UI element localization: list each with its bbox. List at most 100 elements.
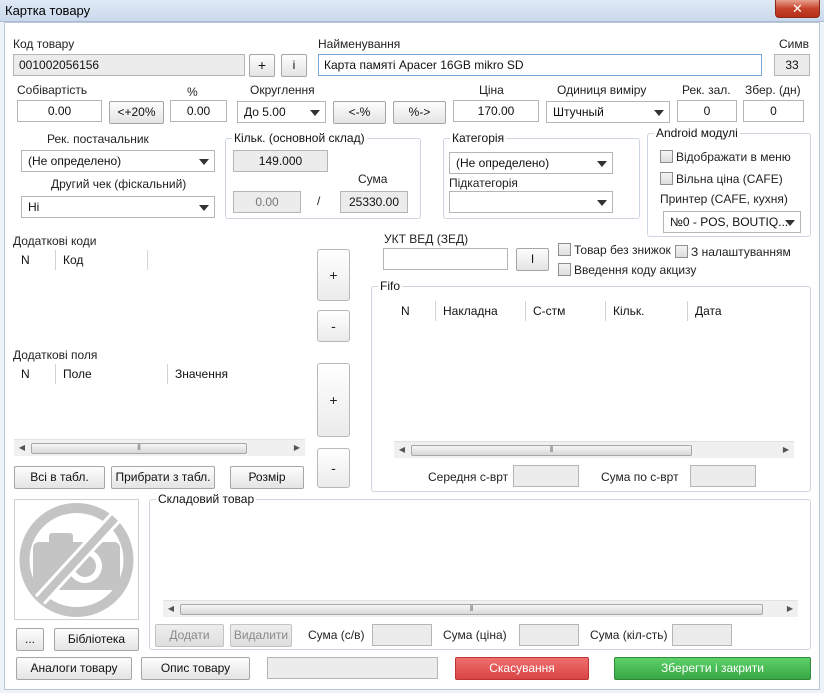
extra-fields-label: Додаткові поля [13, 348, 98, 362]
analogs-button[interactable]: Аналоги товару [16, 657, 132, 680]
uktzed-lookup-button[interactable]: I [516, 248, 549, 271]
column-header[interactable]: Значення [168, 364, 305, 384]
cost-field[interactable]: 0.00 [17, 100, 102, 122]
scroll-thumb[interactable]: ⦀ [180, 604, 763, 615]
remove-code-button[interactable]: - [317, 310, 350, 342]
price-field[interactable]: 170.00 [453, 100, 539, 122]
plus-20-percent-button[interactable]: <+20% [109, 101, 164, 124]
grip-icon: ⦀ [137, 443, 141, 452]
printer-label: Принтер (CAFE, кухня) [660, 192, 788, 206]
image-more-button[interactable]: ... [16, 628, 44, 651]
code-field[interactable]: 001002056156 [13, 54, 245, 76]
no-discount-label: Товар без знижок [574, 243, 671, 257]
column-header[interactable]: N [394, 301, 436, 321]
code-info-button[interactable]: i [281, 54, 307, 77]
save-close-button[interactable]: Зберегти і закрити [614, 657, 811, 680]
sum-price-field [519, 624, 579, 646]
unit-select[interactable]: Штучный [546, 101, 670, 123]
fifo-sum-label: Сума по с-врт [601, 470, 679, 484]
supplier-select[interactable]: (Не определено) [21, 150, 215, 172]
column-header[interactable]: N [14, 364, 56, 384]
remove-field-button[interactable]: - [317, 448, 350, 488]
free-price-checkbox[interactable] [660, 172, 673, 185]
scroll-left-icon[interactable]: ◀ [14, 440, 30, 456]
extra-fields-scrollbar[interactable]: ◀ ⦀ ▶ [14, 439, 305, 456]
scroll-thumb[interactable]: ⦀ [411, 445, 692, 456]
stored-days-label: Збер. (дн) [745, 83, 801, 97]
code-add-button[interactable]: + [249, 54, 275, 77]
column-header[interactable]: Код [56, 250, 148, 270]
add-warehouse-button[interactable]: Додати [155, 624, 224, 647]
name-field[interactable]: Карта памяті Apacer 16GB mikro SD [318, 54, 762, 76]
sum-cv-field [372, 624, 432, 646]
quantity-group-title: Кільк. (основной склад) [232, 131, 367, 145]
rounding-select[interactable]: До 5.00 [237, 101, 326, 123]
description-button[interactable]: Опис товару [141, 657, 250, 680]
with-settings-label: З налаштуванням [691, 245, 791, 259]
chevron-down-icon [597, 161, 607, 167]
extra-fields-table[interactable]: N Поле Значення ◀ ⦀ ▶ [14, 364, 305, 456]
show-in-menu-label: Відображати в меню [676, 150, 791, 164]
sum-price-label: Сума (ціна) [443, 628, 507, 642]
window-title: Картка товару [5, 3, 91, 18]
grip-icon: ⦀ [469, 604, 474, 613]
excise-checkbox[interactable] [558, 263, 571, 276]
extra-codes-label: Додаткові коди [13, 234, 97, 248]
column-header[interactable]: Кільк. [606, 301, 688, 321]
category-group-title: Категорія [450, 131, 507, 145]
uktzed-field[interactable] [383, 248, 508, 270]
scroll-right-icon[interactable]: ▶ [782, 601, 798, 617]
column-header[interactable]: Накладна [436, 301, 526, 321]
printer-select[interactable]: №0 - POS, BOUTIQ... [663, 211, 801, 233]
subcategory-label: Підкатегорія [449, 176, 518, 190]
symbols-count: 33 [774, 54, 810, 76]
extra-codes-table[interactable]: N Код [14, 250, 305, 345]
column-header[interactable]: Дата [688, 301, 794, 321]
category-value: (Не определено) [456, 156, 550, 170]
scroll-thumb[interactable]: ⦀ [31, 443, 247, 454]
all-to-table-button[interactable]: Всі в табл. [14, 466, 105, 489]
other-check-select[interactable]: Ні [21, 196, 215, 218]
rec-rest-field[interactable]: 0 [677, 100, 737, 122]
column-header[interactable]: Поле [56, 364, 168, 384]
fifo-table[interactable]: N Накладна С-стм Кільк. Дата ◀ ⦀ ▶ [394, 301, 794, 458]
add-field-button[interactable]: + [317, 363, 350, 437]
minus-percent-button[interactable]: <-% [333, 101, 386, 124]
supplier-label: Рек. постачальник [47, 132, 149, 146]
close-button[interactable]: ✕ [775, 0, 820, 18]
column-header[interactable]: N [14, 250, 56, 270]
show-in-menu-checkbox[interactable] [660, 150, 673, 163]
no-photo-camera-icon [19, 503, 134, 617]
library-button[interactable]: Бібліотека [54, 628, 139, 651]
column-header[interactable]: С-стм [526, 301, 606, 321]
subcategory-select[interactable] [449, 191, 613, 213]
with-settings-checkbox[interactable] [675, 245, 688, 258]
percent-arrow-button[interactable]: %-> [393, 101, 446, 124]
fifo-avg-label: Середня с-врт [428, 470, 509, 484]
fifo-scrollbar[interactable]: ◀ ⦀ ▶ [394, 441, 794, 458]
chevron-down-icon [597, 200, 607, 206]
add-code-button[interactable]: + [317, 249, 350, 301]
size-button[interactable]: Розмір [230, 466, 304, 489]
scroll-left-icon[interactable]: ◀ [163, 601, 179, 617]
stored-days-field[interactable]: 0 [743, 100, 804, 122]
scroll-right-icon[interactable]: ▶ [289, 440, 305, 456]
cancel-button[interactable]: Скасування [455, 657, 589, 680]
chevron-down-icon [199, 159, 209, 165]
category-select[interactable]: (Не определено) [449, 152, 613, 174]
scroll-left-icon[interactable]: ◀ [394, 442, 410, 458]
grip-icon: ⦀ [549, 445, 554, 454]
product-image[interactable] [14, 499, 139, 620]
rounding-value: До 5.00 [244, 105, 286, 119]
warehouse-scrollbar[interactable]: ◀ ⦀ ▶ [163, 600, 798, 617]
price-label: Ціна [479, 83, 504, 97]
sum-qty-field [672, 624, 732, 646]
rec-rest-label: Рек. зал. [682, 83, 731, 97]
quantity-sum-field: 25330.00 [340, 191, 408, 213]
scroll-right-icon[interactable]: ▶ [778, 442, 794, 458]
delete-warehouse-button[interactable]: Видалити [230, 624, 292, 647]
remove-from-table-button[interactable]: Прибрати з табл. [111, 466, 215, 489]
chevron-down-icon [310, 110, 320, 116]
no-discount-checkbox[interactable] [558, 243, 571, 256]
percent-field[interactable]: 0.00 [170, 100, 227, 122]
